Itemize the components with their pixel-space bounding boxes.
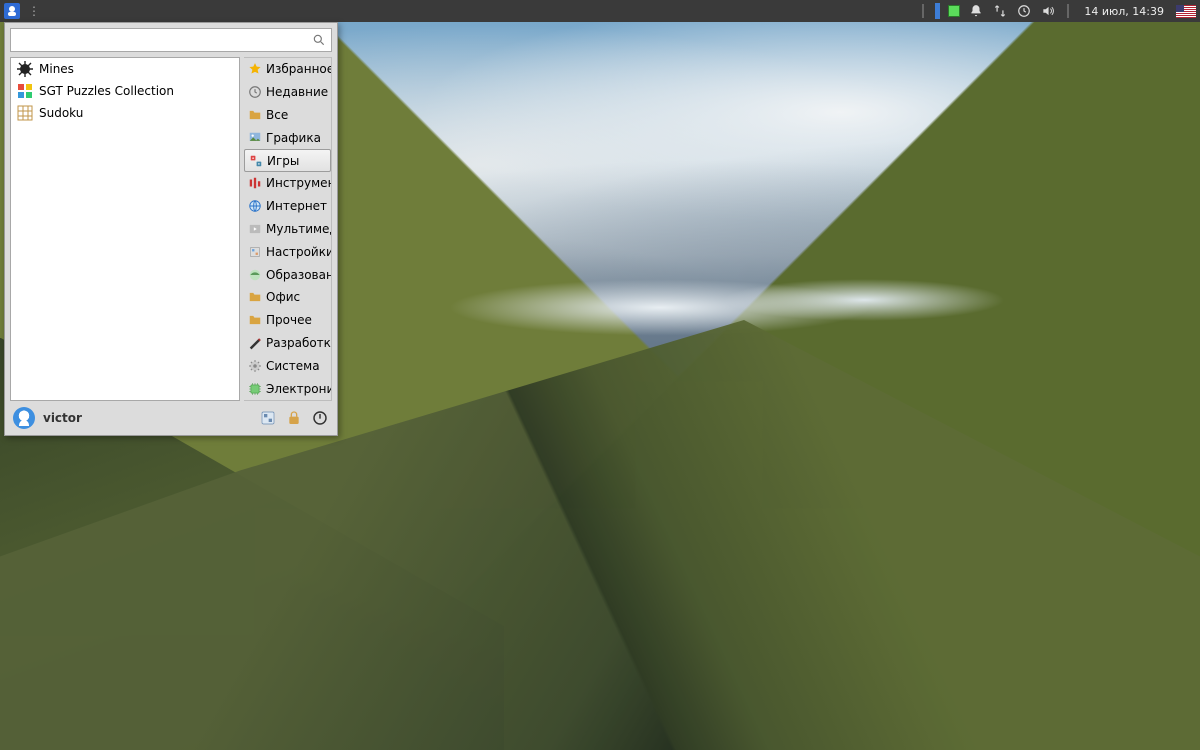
search-input[interactable] xyxy=(10,28,332,52)
system-icon xyxy=(248,359,262,373)
top-panel: ⋮ 14 июл, 14:39 xyxy=(0,0,1200,22)
other-icon xyxy=(248,313,262,327)
lock-button[interactable] xyxy=(285,409,303,427)
app-label: SGT Puzzles Collection xyxy=(39,84,174,98)
app-item-mines[interactable]: Mines xyxy=(11,58,239,80)
office-icon xyxy=(248,290,262,304)
app-item-sudoku[interactable]: Sudoku xyxy=(11,102,239,124)
cat-multimedia[interactable]: Мультимедиа xyxy=(244,218,331,241)
categories-pane: Избранное Недавние Все Графика Игры Инст… xyxy=(244,57,332,401)
cat-label: Интернет xyxy=(266,199,327,213)
settings-icon xyxy=(248,245,262,259)
notifications-icon[interactable] xyxy=(968,3,984,19)
cat-favorites[interactable]: Избранное xyxy=(244,58,331,81)
panel-left: ⋮ xyxy=(4,0,42,22)
tray-indicator-blue[interactable] xyxy=(935,3,940,19)
cat-label: Офис xyxy=(266,290,300,304)
sudoku-icon xyxy=(17,105,33,121)
cat-tools[interactable]: Инструменты xyxy=(244,172,331,195)
cat-label: Все xyxy=(266,108,288,122)
avatar-icon xyxy=(13,407,35,429)
cat-games[interactable]: Игры xyxy=(244,149,331,172)
cat-electronics[interactable]: Электроника xyxy=(244,377,331,400)
cat-label: Избранное xyxy=(266,62,331,76)
network-icon[interactable] xyxy=(992,3,1008,19)
education-icon xyxy=(248,268,262,282)
panel-handle-icon[interactable]: ⋮ xyxy=(26,3,42,19)
cat-graphics[interactable]: Графика xyxy=(244,126,331,149)
cat-education[interactable]: Образование xyxy=(244,263,331,286)
tray-separator-2 xyxy=(1067,4,1069,18)
updates-icon[interactable] xyxy=(1016,3,1032,19)
app-item-sgt-puzzles[interactable]: SGT Puzzles Collection xyxy=(11,80,239,102)
games-icon xyxy=(249,154,263,168)
tools-icon xyxy=(248,176,262,190)
clock[interactable]: 14 июл, 14:39 xyxy=(1080,5,1168,18)
username-label: victor xyxy=(43,411,82,425)
clock-icon xyxy=(248,85,262,99)
app-label: Sudoku xyxy=(39,106,83,120)
cat-label: Игры xyxy=(267,154,299,168)
tray-separator xyxy=(922,4,924,18)
search-icon xyxy=(312,33,326,47)
application-menu: Mines SGT Puzzles Collection Sudoku Избр… xyxy=(4,22,338,436)
app-label: Mines xyxy=(39,62,74,76)
user-block[interactable]: victor xyxy=(13,407,82,429)
electronics-icon xyxy=(248,382,262,396)
dev-icon xyxy=(248,336,262,350)
keyboard-layout-flag[interactable] xyxy=(1176,5,1196,18)
cat-label: Образование xyxy=(266,268,331,282)
globe-icon xyxy=(248,199,262,213)
cat-recent[interactable]: Недавние xyxy=(244,81,331,104)
cat-all[interactable]: Все xyxy=(244,104,331,127)
panel-right: 14 июл, 14:39 xyxy=(919,0,1196,22)
mines-icon xyxy=(17,61,33,77)
menu-launcher-icon[interactable] xyxy=(4,3,20,19)
tray-indicator-green[interactable] xyxy=(948,5,960,17)
cat-internet[interactable]: Интернет xyxy=(244,195,331,218)
graphics-icon xyxy=(248,131,262,145)
folder-icon xyxy=(248,108,262,122)
settings-button[interactable] xyxy=(259,409,277,427)
cat-development[interactable]: Разработка xyxy=(244,332,331,355)
cat-label: Прочее xyxy=(266,313,312,327)
volume-icon[interactable] xyxy=(1040,3,1056,19)
cat-system[interactable]: Система xyxy=(244,354,331,377)
cat-label: Мультимедиа xyxy=(266,222,331,236)
cat-label: Электроника xyxy=(266,382,331,396)
cat-office[interactable]: Офис xyxy=(244,286,331,309)
cat-label: Графика xyxy=(266,131,321,145)
menu-footer: victor xyxy=(5,401,337,435)
search-row xyxy=(5,23,337,57)
puzzles-icon xyxy=(17,83,33,99)
cat-label: Система xyxy=(266,359,320,373)
cat-label: Недавние xyxy=(266,85,328,99)
applications-pane: Mines SGT Puzzles Collection Sudoku xyxy=(10,57,240,401)
cat-other[interactable]: Прочее xyxy=(244,309,331,332)
cat-settings[interactable]: Настройки xyxy=(244,240,331,263)
media-icon xyxy=(248,222,262,236)
cat-label: Инструменты xyxy=(266,176,331,190)
cat-label: Разработка xyxy=(266,336,331,350)
star-icon xyxy=(248,62,262,76)
cat-label: Настройки xyxy=(266,245,331,259)
power-button[interactable] xyxy=(311,409,329,427)
